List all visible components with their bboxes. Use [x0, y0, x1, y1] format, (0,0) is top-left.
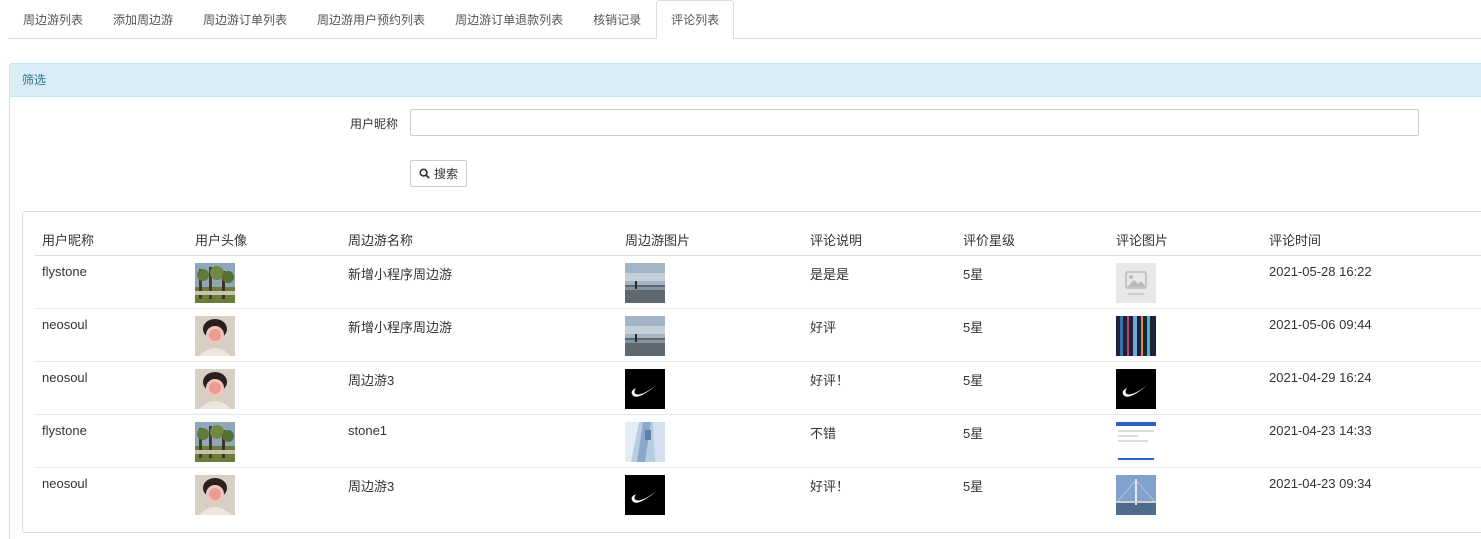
- abstract-blue-photo-image: [625, 421, 796, 462]
- cell-avatar: [188, 307, 341, 361]
- table-row: flystone stone1 不错 5星 2021-04-23 14:33: [35, 413, 1481, 467]
- cell-avatar: [188, 360, 341, 414]
- column-header-nickname: 用户昵称: [35, 224, 188, 256]
- tab-3[interactable]: 周边游用户预约列表: [302, 0, 440, 38]
- cell-nickname: neosoul: [35, 360, 188, 414]
- cell-time: 2021-04-23 14:33: [1262, 413, 1481, 467]
- city-lights-photo-image: [1116, 315, 1255, 356]
- search-button-label: 搜索: [433, 167, 458, 181]
- cell-comment-image: [1109, 466, 1262, 520]
- cell-nickname: flystone: [35, 413, 188, 467]
- table-header-row: 用户昵称 用户头像 周边游名称 周边游图片 评论说明 评价星级 评论图片 评论时…: [35, 224, 1481, 256]
- cell-rating: 5星: [956, 307, 1109, 361]
- search-icon: [419, 168, 430, 179]
- bridge-photo-image: [1116, 474, 1255, 515]
- tab-6[interactable]: 评论列表: [656, 0, 735, 39]
- nickname-input[interactable]: [410, 109, 1419, 136]
- cell-tour-name: 周边游3: [341, 360, 618, 414]
- cell-comment-image: [1109, 360, 1262, 414]
- pier-photo-image: [625, 315, 796, 356]
- tab-4[interactable]: 周边游订单退款列表: [440, 0, 578, 38]
- cell-avatar: [188, 413, 341, 467]
- cell-comment: 好评: [803, 307, 956, 361]
- nike-logo-image: [625, 474, 796, 515]
- table-row: neosoul 周边游3 好评！ 5星 2021-04-29 16:24: [35, 360, 1481, 414]
- cell-tour-name: 周边游3: [341, 466, 618, 520]
- cell-tour-image: [618, 255, 803, 308]
- table-row: neosoul 周边游3 好评！ 5星 2021-04-23 09:34: [35, 466, 1481, 520]
- nike-logo-image: [1116, 368, 1255, 409]
- cell-time: 2021-05-28 16:22: [1269, 263, 1372, 279]
- tab-5[interactable]: 核销记录: [578, 0, 656, 38]
- cell-comment: 好评！: [803, 360, 956, 414]
- column-header-tour-name: 周边游名称: [341, 224, 618, 256]
- cell-comment: 不错: [803, 413, 956, 467]
- tab-1[interactable]: 添加周边游: [98, 0, 188, 38]
- cell-comment: 是是是: [810, 266, 850, 282]
- tab-bar: 周边游列表 添加周边游 周边游订单列表 周边游用户预约列表 周边游订单退款列表 核销记录评…: [8, 0, 1481, 39]
- cell-comment: 好评！: [803, 466, 956, 520]
- cell-time: 2021-04-29 16:24: [1262, 360, 1481, 414]
- cell-comment-image: [1109, 413, 1262, 467]
- tab-0[interactable]: 周边游列表: [8, 0, 98, 38]
- column-header-rating: 评价星级: [956, 224, 1109, 256]
- cell-time: 2021-04-23 09:34: [1262, 466, 1481, 520]
- cell-rating: 5星: [956, 360, 1109, 414]
- comment-table: 用户昵称 用户头像 周边游名称 周边游图片 评论说明 评价星级 评论图片 评论时…: [35, 224, 1481, 520]
- column-header-tour-image: 周边游图片: [618, 224, 803, 256]
- cell-tour-image: [618, 413, 803, 467]
- avatar-person-image: [195, 474, 334, 515]
- cell-tour-name: 新增小程序周边游: [348, 266, 453, 282]
- cell-nickname: neosoul: [35, 466, 188, 520]
- placeholder-image-image: [1116, 262, 1255, 303]
- table-row: flystone 新增小程序周边游 是是是 5星 2021-05-28 16:22: [35, 255, 1481, 308]
- avatar-person-image: [195, 368, 334, 409]
- avatar-person-image: [195, 315, 334, 356]
- cell-nickname: neosoul: [35, 307, 188, 361]
- nike-logo-image: [625, 368, 796, 409]
- avatar-trees-image: [195, 421, 334, 462]
- column-header-comment-image: 评论图片: [1109, 224, 1262, 256]
- cell-tour-image: [618, 360, 803, 414]
- cell-rating: 5星: [963, 266, 984, 282]
- column-header-comment: 评论说明: [803, 224, 956, 256]
- pier-photo-image: [625, 262, 796, 303]
- cell-tour-image: [618, 307, 803, 361]
- cell-nickname: flystone: [42, 263, 87, 279]
- screenshot-thumbnail-image: [1116, 421, 1255, 462]
- cell-comment-image: [1109, 307, 1262, 361]
- column-header-time: 评论时间: [1262, 224, 1481, 256]
- cell-avatar: [188, 466, 341, 520]
- cell-time: 2021-05-06 09:44: [1262, 307, 1481, 361]
- column-header-avatar: 用户头像: [188, 224, 341, 256]
- cell-tour-image: [618, 466, 803, 520]
- cell-comment-image: [1109, 255, 1262, 308]
- filter-panel-heading: 筛选: [10, 64, 1481, 97]
- nickname-label: 用户昵称: [349, 117, 398, 131]
- avatar-trees-image: [195, 262, 334, 303]
- cell-rating: 5星: [956, 413, 1109, 467]
- cell-tour-name: stone1: [341, 413, 618, 467]
- cell-avatar: [188, 255, 341, 308]
- table-row: neosoul 新增小程序周边游 好评 5星 2021-05-06 09:44: [35, 307, 1481, 361]
- tab-2[interactable]: 周边游订单列表: [188, 0, 302, 38]
- cell-tour-name: 新增小程序周边游: [341, 307, 618, 361]
- search-button[interactable]: 搜索: [410, 160, 467, 187]
- comment-table-container: 用户昵称 用户头像 周边游名称 周边游图片 评论说明 评价星级 评论图片 评论时…: [22, 211, 1481, 533]
- cell-rating: 5星: [956, 466, 1109, 520]
